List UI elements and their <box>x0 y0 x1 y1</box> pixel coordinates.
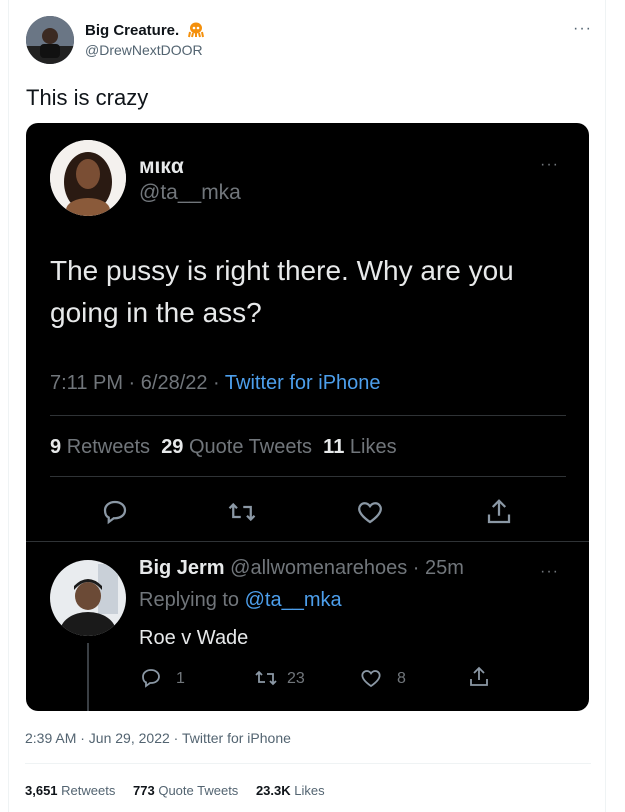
divider <box>50 476 566 477</box>
quoted-source: Twitter for iPhone <box>224 372 381 394</box>
reply-age: · 25m <box>412 557 464 579</box>
reply-thread-line <box>87 643 89 711</box>
retweet-icon <box>226 497 258 527</box>
share-icon <box>484 497 514 527</box>
more-options-icon[interactable]: ··· <box>573 21 592 37</box>
tweet-text: This is crazy <box>26 85 149 110</box>
reply-like-count: 8 <box>397 670 406 687</box>
like-icon <box>355 497 385 527</box>
quote-tweets-stat[interactable]: 773 Quote Tweets <box>133 783 238 798</box>
reply-reply-icon <box>139 666 163 690</box>
reply-name: Big Jerm <box>139 557 225 579</box>
quoted-meta: 7:11 PM · 6/28/22 · Twitter for iPhone <box>50 372 381 394</box>
reply-header: Big Jerm @allwomenarehoes · 25m <box>139 557 464 580</box>
reply-share-icon <box>467 665 491 689</box>
quoted-more-icon: ··· <box>540 156 559 173</box>
reply-retweet-count: 23 <box>287 670 305 687</box>
octopus-emoji-icon <box>187 22 205 42</box>
reply-reply-count: 1 <box>176 670 185 687</box>
author-handle[interactable]: @DrewNextDOOR <box>85 42 203 58</box>
reply-more-icon: ··· <box>540 563 559 580</box>
divider <box>25 763 591 764</box>
tweet-timestamp[interactable]: 2:39 AM · Jun 29, 2022 · Twitter for iPh… <box>25 730 291 746</box>
quoted-text: The pussy is right there. Why are you go… <box>50 255 514 328</box>
quoted-name: мιкα <box>139 155 184 178</box>
likes-stat[interactable]: 23.3K Likes <box>256 783 325 798</box>
quoted-handle: @ta__mka <box>139 181 241 204</box>
retweets-stat[interactable]: 3,651 Retweets <box>25 783 115 798</box>
quoted-stats: 9 Retweets 29 Quote Tweets 11 Likes <box>50 436 397 458</box>
divider <box>50 415 566 416</box>
divider <box>26 541 589 542</box>
quoted-avatar <box>50 140 126 216</box>
reply-retweet-icon <box>253 666 279 690</box>
replying-to: Replying to @ta__mka <box>139 589 342 611</box>
author-name[interactable]: Big Creature. <box>85 22 205 42</box>
reply-handle: @allwomenarehoes <box>230 557 408 579</box>
reply-avatar <box>50 560 126 636</box>
reply-text: Roe v Wade <box>139 627 249 649</box>
embedded-screenshot[interactable]: мιкα @ta__mka ··· The pussy is right the… <box>26 123 589 711</box>
reply-like-icon <box>359 666 383 690</box>
engagement-stats: 3,651 Retweets 773 Quote Tweets 23.3K Li… <box>25 783 325 798</box>
reply-icon <box>100 497 130 527</box>
author-avatar[interactable] <box>26 16 74 64</box>
